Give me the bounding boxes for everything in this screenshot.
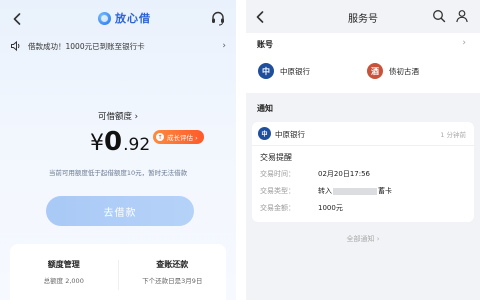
bank-logo-icon: 中	[258, 127, 271, 140]
available-amount: ¥ 0 .92	[90, 127, 150, 157]
repayment-entry[interactable]: 查账还款 下个还款日是3月9日	[119, 244, 227, 300]
growth-assessment-badge[interactable]: ↑ 成长评估 ›	[153, 130, 204, 144]
notice-time: 1 分钟前	[440, 131, 466, 139]
bank-name: 中原银行	[275, 130, 305, 139]
chevron-right-icon[interactable]: ›	[462, 38, 466, 48]
accounts-section: 账号 › 中 中原银行 酒 债初古酒	[246, 33, 480, 93]
account-item-liquor[interactable]: 酒 债初古酒	[367, 63, 419, 79]
chevron-right-icon: ›	[222, 41, 226, 51]
available-quota-label[interactable]: 可借额度 ›	[0, 110, 236, 122]
minimum-borrow-hint: 当前可用额度低于起借额度10元，暂时无法借款	[48, 169, 188, 177]
accounts-label: 账号	[257, 40, 273, 49]
quota-management-title: 额度管理	[47, 260, 80, 269]
currency-symbol: ¥	[90, 131, 104, 156]
app-header: 放心借	[0, 0, 236, 38]
liquor-logo-icon: 酒	[367, 63, 383, 79]
notice-text: 借款成功！1000元已到账至银行卡	[28, 41, 145, 51]
transaction-amount: 1000元	[318, 204, 343, 212]
transaction-notice-card[interactable]: 中 中原银行 1 分钟前 交易提醒 交易时间： 02月20日17:56 交易类型…	[252, 122, 474, 222]
field-label-type: 交易类型：	[260, 187, 295, 195]
type-suffix: 蓄卡	[378, 187, 392, 195]
account-name: 中原银行	[280, 66, 310, 76]
boost-label: 成长评估 ›	[167, 134, 198, 142]
field-label-amount: 交易金额：	[260, 204, 295, 212]
user-icon[interactable]	[455, 9, 469, 23]
masked-card-number	[333, 187, 377, 195]
transaction-type: 转入 蓄卡	[318, 186, 392, 196]
amount-integer: 0	[104, 127, 123, 157]
repayment-title: 查账还款	[156, 260, 189, 269]
type-prefix: 转入	[318, 187, 332, 195]
brand-logo: 放心借	[98, 10, 151, 26]
account-actions-card: 额度管理 总额度 2,000 查账还款 下个还款日是3月9日	[10, 244, 226, 300]
service-account-panel: 服务号 账号 › 中 中原银行 酒 债初古酒 通知 中 中原银行 1 分钟前 交…	[246, 0, 480, 300]
speaker-icon	[11, 40, 20, 52]
transaction-time: 02月20日17:56	[318, 170, 370, 178]
amount-decimal: .92	[123, 135, 151, 155]
account-name: 债初古酒	[389, 66, 419, 76]
notice-type: 交易提醒	[260, 153, 292, 162]
next-repayment-text: 下个还款日是3月9日	[142, 277, 203, 285]
all-notices-link[interactable]: 全部通知 ›	[246, 234, 480, 244]
notices-label: 通知	[257, 104, 273, 113]
brand-logo-icon	[98, 11, 111, 25]
total-quota-text: 总额度 2,000	[43, 277, 84, 285]
loan-app-panel: 放心借 借款成功！1000元已到账至银行卡 › 可借额度 › ¥ 0 .92 ↑…	[0, 0, 236, 300]
bank-logo-icon: 中	[258, 63, 274, 79]
account-item-zhongyuan-bank[interactable]: 中 中原银行	[258, 63, 310, 79]
back-button[interactable]	[10, 9, 24, 29]
boost-icon: ↑	[156, 133, 164, 141]
field-label-time: 交易时间：	[260, 170, 295, 178]
brand-name: 放心借	[115, 12, 151, 25]
headset-icon[interactable]	[210, 10, 226, 26]
service-header: 服务号	[246, 0, 480, 32]
quota-management-entry[interactable]: 额度管理 总额度 2,000	[10, 244, 118, 300]
loan-success-notice[interactable]: 借款成功！1000元已到账至银行卡 ›	[0, 36, 236, 56]
search-icon[interactable]	[432, 9, 446, 23]
chevron-left-icon	[13, 13, 21, 25]
borrow-button[interactable]: 去借款	[46, 196, 194, 226]
card-header: 中 中原银行 1 分钟前	[252, 122, 474, 146]
